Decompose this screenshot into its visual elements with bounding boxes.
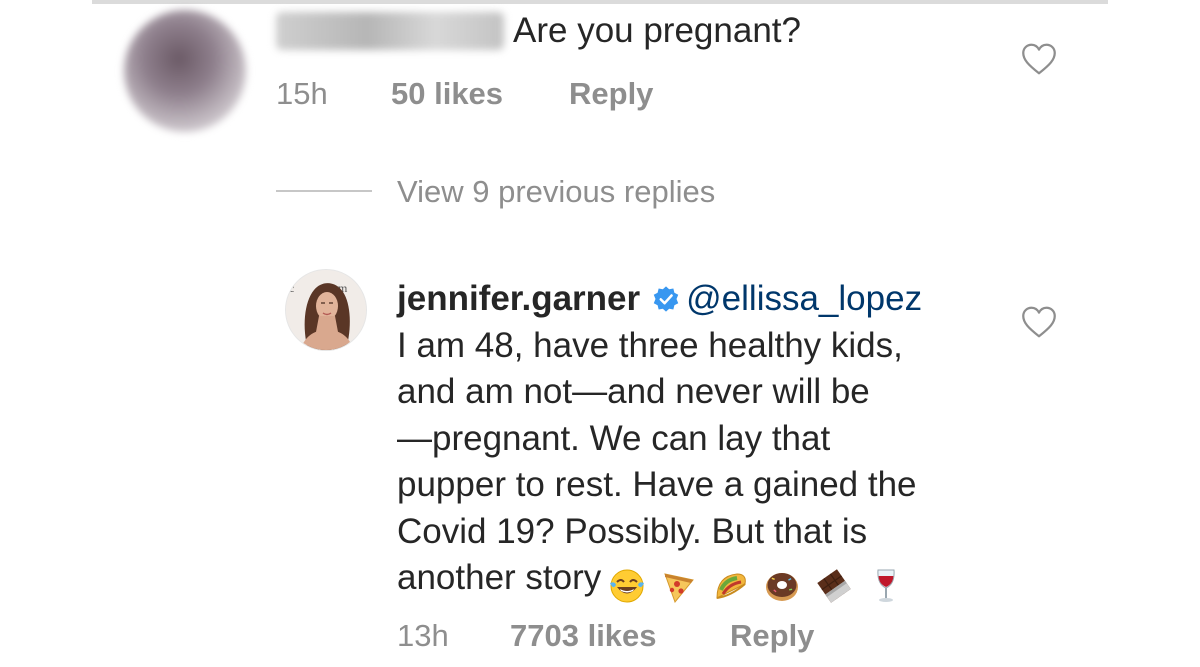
reply-text-line: I am 48, have three healthy kids, (397, 325, 903, 365)
reply-text-line: —pregnant. We can lay that (397, 418, 831, 458)
mention-link[interactable]: @ellissa_lopez (686, 279, 922, 318)
author-username[interactable]: jennifer.garner (397, 279, 640, 318)
reply-button[interactable]: Reply (730, 618, 814, 654)
heart-icon[interactable] (1021, 42, 1057, 76)
reply-text-line: Covid 19? Possibly. But that is (397, 511, 868, 551)
svg-text:c: c (289, 281, 294, 295)
reply-text-line: and am not—and never will be (397, 372, 870, 411)
doughnut-emoji (766, 572, 799, 601)
comment-text: Are you pregnant? (513, 11, 801, 50)
heart-icon[interactable] (1021, 305, 1057, 339)
reply-button[interactable]: Reply (569, 76, 653, 112)
tears-of-joy-emoji (610, 569, 645, 603)
replies-divider (276, 190, 372, 192)
reply-last-line: another story (397, 555, 997, 603)
comment-meta: 15h 50 likes Reply (276, 76, 696, 112)
blurred-username[interactable] (276, 12, 504, 50)
reply-comment-body: jennifer.garner @ellissa_lopez I am 48, … (397, 276, 997, 603)
pizza-emoji (664, 573, 694, 603)
taco-emoji (716, 573, 746, 599)
comment-meta: 13h 7703 likes Reply (397, 618, 857, 654)
chocolate-bar-emoji (817, 569, 851, 603)
likes-count[interactable]: 7703 likes (510, 618, 657, 654)
reply-text-line: pupper to rest. Have a gained the (397, 465, 917, 504)
avatar[interactable]: c m (286, 270, 366, 350)
view-previous-replies-link[interactable]: View 9 previous replies (397, 174, 715, 210)
divider (92, 0, 1108, 4)
emoji-row (607, 561, 908, 608)
reply-text-line: another story (397, 558, 602, 597)
reply-header: jennifer.garner @ellissa_lopez (397, 276, 997, 323)
wine-glass-emoji (877, 569, 895, 602)
comments-panel: Are you pregnant? 15h 50 likes Reply Vie… (0, 0, 1200, 667)
comment-time: 15h (276, 76, 328, 111)
likes-count[interactable]: 50 likes (391, 76, 503, 112)
verified-badge-icon (653, 286, 679, 312)
comment-time: 13h (397, 618, 449, 653)
avatar-photo: c m (286, 270, 366, 350)
avatar[interactable] (124, 10, 246, 132)
